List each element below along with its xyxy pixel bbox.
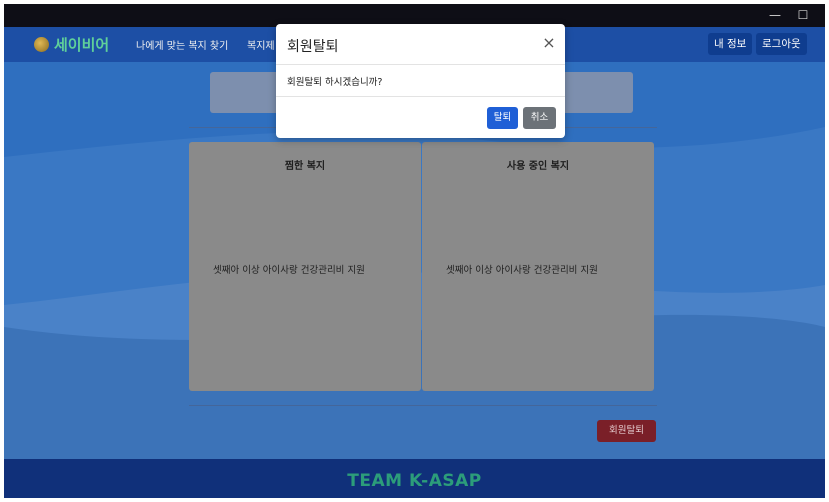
card-title: 찜한 복지	[284, 161, 326, 172]
welfare-item[interactable]: 셋째아 이상 아이사랑 건강관리비 지원	[213, 262, 365, 276]
modal-title: 회원탈퇴	[287, 39, 339, 55]
close-icon[interactable]: ×	[540, 33, 558, 53]
minimize-icon[interactable]: —	[760, 4, 790, 27]
in-use-welfare-card: 사용 중인 복지 셋째아 이상 아이사랑 건강관리비 지원	[422, 142, 654, 391]
card-title: 사용 중인 복지	[506, 161, 570, 172]
nav-link-welfare[interactable]: 복지제	[247, 37, 277, 52]
favorite-welfare-card: 찜한 복지 셋째아 이상 아이사랑 건강관리비 지원	[189, 142, 421, 391]
withdraw-modal: 회원탈퇴 × 회원탈퇴 하시겠습니까? 탈퇴 취소	[276, 24, 565, 138]
welfare-item[interactable]: 셋째아 이상 아이사랑 건강관리비 지원	[446, 262, 598, 276]
modal-message: 회원탈퇴 하시겠습니까?	[287, 77, 383, 88]
modal-footer: 탈퇴 취소	[276, 96, 565, 138]
nav-link-find-welfare[interactable]: 나에게 맞는 복지 찾기	[136, 37, 228, 52]
app-window: — ☐ ✕ 세이비어 나에게 맞는 복지 찾기 복지제 내 정보 로그아웃 찜한…	[4, 4, 825, 498]
footer: TEAM K-ASAP	[4, 459, 825, 498]
cancel-button[interactable]: 취소	[523, 107, 556, 129]
divider	[189, 405, 657, 406]
brand-name: 세이비어	[54, 35, 110, 54]
window-close-icon[interactable]: ✕	[814, 4, 825, 27]
logo-icon	[34, 36, 49, 52]
brand[interactable]: 세이비어	[34, 34, 109, 54]
confirm-withdraw-button[interactable]: 탈퇴	[487, 107, 518, 129]
logout-button[interactable]: 로그아웃	[756, 33, 807, 55]
footer-text: TEAM K-ASAP	[347, 471, 482, 491]
withdraw-button[interactable]: 회원탈퇴	[597, 420, 656, 442]
my-info-button[interactable]: 내 정보	[708, 33, 753, 55]
modal-header: 회원탈퇴 ×	[276, 24, 565, 65]
